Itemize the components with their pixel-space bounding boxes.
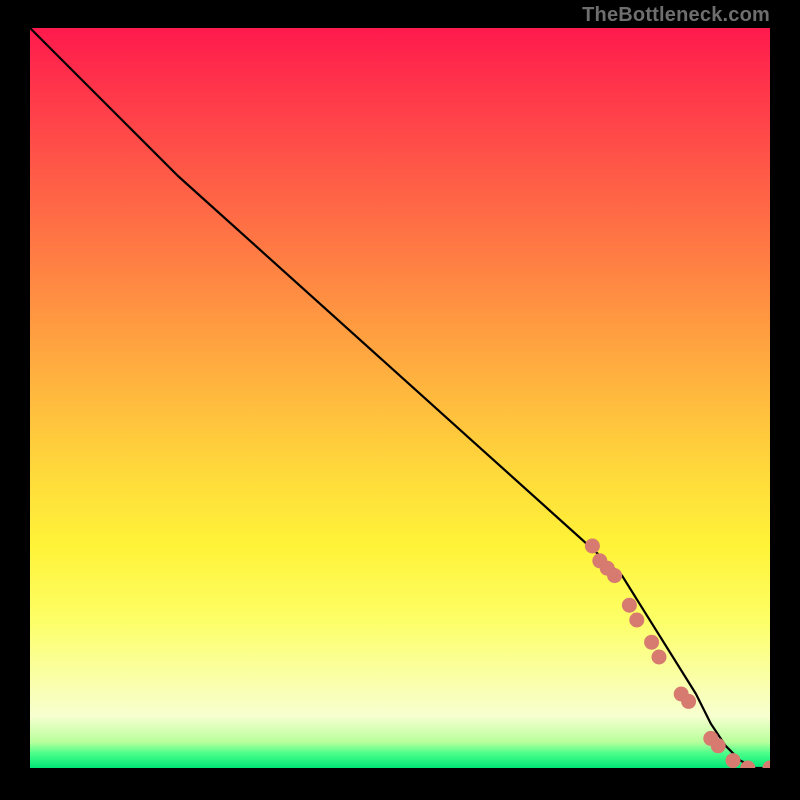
data-marker — [681, 694, 696, 709]
marker-group — [585, 539, 770, 769]
data-marker — [726, 753, 741, 768]
data-marker — [622, 598, 637, 613]
plot-area — [30, 28, 770, 768]
data-marker — [629, 613, 644, 628]
data-marker — [585, 539, 600, 554]
data-marker — [763, 761, 771, 769]
chart-overlay — [30, 28, 770, 768]
data-marker — [607, 568, 622, 583]
data-marker — [711, 738, 726, 753]
watermark-text: TheBottleneck.com — [582, 4, 770, 27]
data-marker — [652, 650, 667, 665]
data-marker — [644, 635, 659, 650]
chart-frame: TheBottleneck.com — [0, 0, 800, 800]
